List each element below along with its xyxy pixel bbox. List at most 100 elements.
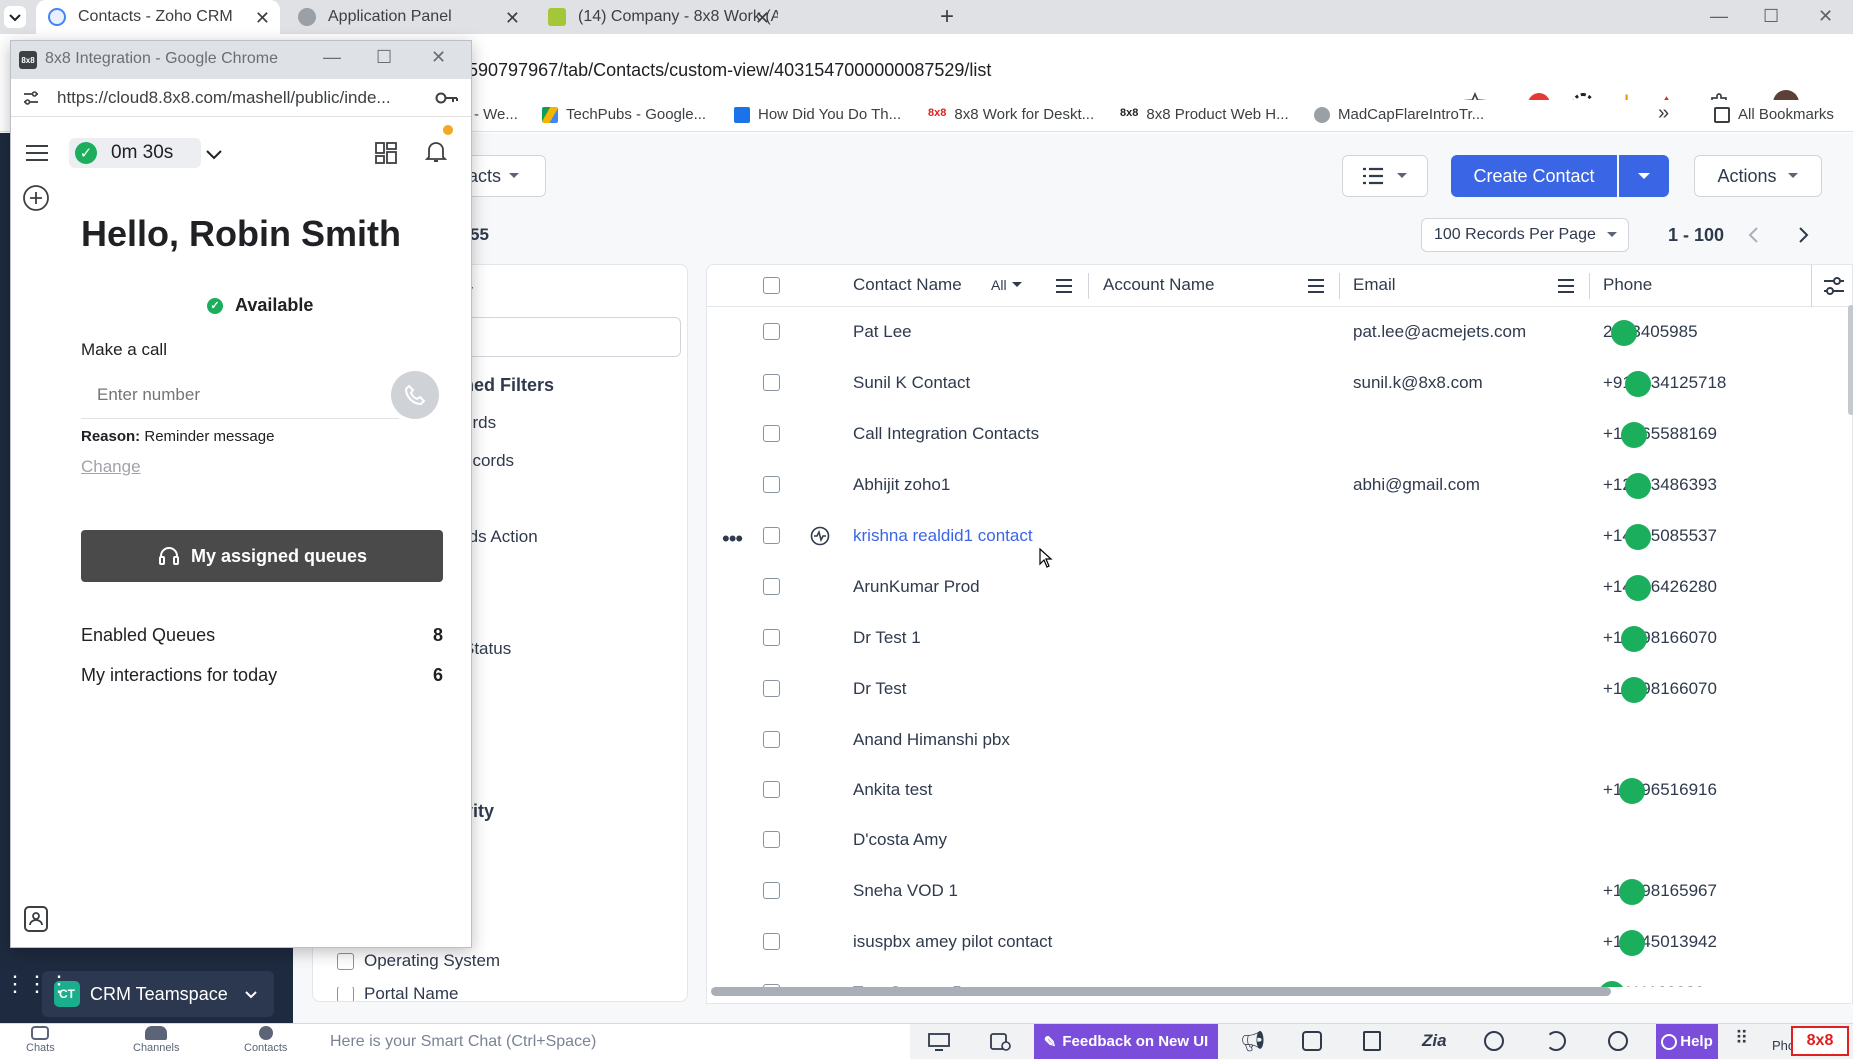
apps-grid-icon[interactable]: ⋮⋮⋮	[4, 971, 70, 997]
bookmark-how-did-you[interactable]: How Did You Do Th...	[734, 106, 901, 123]
phone-cell[interactable]: +14085085537	[1603, 526, 1717, 546]
table-row[interactable]: Call Integration Contacts +16565588169	[707, 409, 1853, 460]
create-contact-button[interactable]: Create Contact	[1451, 155, 1617, 197]
filter-portal-name[interactable]: Portal Name	[337, 987, 458, 1001]
8x8-brand-badge[interactable]: 8x8	[1791, 1026, 1849, 1056]
column-phone[interactable]: Phone	[1603, 265, 1652, 305]
close-tab-icon[interactable]: ✕	[505, 8, 520, 29]
table-row[interactable]: krishna realdid1 contact +14085085537	[707, 511, 1853, 562]
prev-page-icon[interactable]	[1746, 226, 1762, 244]
dashboard-icon[interactable]	[374, 141, 398, 165]
chevron-down-icon[interactable]	[204, 144, 224, 164]
vertical-scrollbar[interactable]	[1848, 305, 1853, 415]
chats-nav[interactable]: Chats	[26, 1026, 55, 1054]
call-icon[interactable]	[1619, 930, 1645, 956]
bookmarks-overflow[interactable]: »	[1658, 102, 1669, 125]
table-row[interactable]: ArunKumar Prod +14086426280	[707, 562, 1853, 613]
key-icon[interactable]	[435, 91, 459, 105]
list-view-toggle[interactable]	[1342, 155, 1428, 197]
number-input[interactable]	[81, 371, 399, 419]
call-icon[interactable]	[1621, 422, 1647, 448]
site-settings-icon[interactable]	[23, 90, 39, 106]
close-tab-icon[interactable]: ✕	[255, 8, 270, 29]
status-timer-chip[interactable]: ✓ 0m 30s	[69, 138, 201, 168]
call-icon[interactable]	[1625, 575, 1651, 601]
table-row[interactable]: Abhijit zoho1 abhi@gmail.com +1209348639…	[707, 460, 1853, 511]
contact-name-link[interactable]: Anand Himanshi pbx	[853, 730, 1010, 750]
bookmark-8x8-desktop[interactable]: 8x8 8x8 Work for Deskt...	[928, 106, 1094, 123]
meeting-icon[interactable]	[990, 1033, 1012, 1051]
tab-application-panel[interactable]: Application Panel ✕	[286, 0, 530, 34]
contact-name-link[interactable]: Ankita test	[853, 780, 932, 800]
table-row[interactable]: Test Contact 5 07411168839	[707, 968, 1853, 987]
row-more-icon[interactable]: •••	[722, 526, 743, 552]
table-row[interactable]: Dr Test +12098166070	[707, 664, 1853, 715]
column-account-name[interactable]: Account Name	[1103, 265, 1215, 305]
row-checkbox[interactable]	[763, 476, 780, 493]
call-icon[interactable]	[1619, 778, 1645, 804]
table-row[interactable]: Dr Test 1 +12098166070	[707, 613, 1853, 664]
maximize-icon[interactable]: ☐	[1763, 6, 1779, 27]
bookmark-8x8-product[interactable]: 8x8 8x8 Product Web H...	[1120, 106, 1289, 123]
call-icon[interactable]	[1619, 879, 1645, 905]
phone-cell[interactable]: +12093486393	[1603, 475, 1717, 495]
contact-name-link[interactable]: Pat Lee	[853, 322, 912, 342]
contacts-nav[interactable]: Contacts	[244, 1026, 287, 1054]
history-icon[interactable]	[1546, 1031, 1566, 1051]
call-icon[interactable]	[1625, 524, 1651, 550]
call-icon[interactable]	[1621, 677, 1647, 703]
row-checkbox[interactable]	[763, 629, 780, 646]
column-email[interactable]: Email	[1353, 265, 1396, 305]
table-row[interactable]: D'costa Amy	[707, 815, 1853, 866]
checkbox[interactable]	[337, 952, 354, 970]
row-checkbox[interactable]	[763, 781, 780, 798]
hamburger-menu-icon[interactable]	[25, 143, 49, 163]
contact-name-link[interactable]: krishna realdid1 contact	[853, 526, 1033, 546]
screen-share-icon[interactable]	[928, 1033, 950, 1051]
smart-chat-input[interactable]: Here is your Smart Chat (Ctrl+Space)	[330, 1033, 596, 1051]
column-menu-icon[interactable]	[1055, 278, 1073, 294]
filter-operating-system[interactable]: Operating System	[337, 951, 500, 971]
table-row[interactable]: Ankita test +12096516916	[707, 765, 1853, 816]
accessibility-icon[interactable]	[1608, 1031, 1628, 1051]
column-settings-icon[interactable]	[1823, 277, 1845, 295]
availability-status[interactable]: ✓ Available	[207, 295, 313, 316]
change-reason-link[interactable]: Change	[81, 457, 141, 477]
row-checkbox[interactable]	[763, 882, 780, 899]
row-checkbox[interactable]	[763, 578, 780, 595]
bookmark-madcap[interactable]: MadCapFlareIntroTr...	[1314, 106, 1484, 123]
row-checkbox[interactable]	[763, 731, 780, 748]
contact-name-link[interactable]: Sunil K Contact	[853, 373, 970, 393]
tab-8x8-company[interactable]: (14) Company - 8x8 Work (Avail ✕	[536, 0, 780, 34]
new-tab-button[interactable]: +	[940, 3, 954, 31]
contact-name-link[interactable]: Call Integration Contacts	[853, 424, 1039, 444]
horizontal-scrollbar[interactable]	[711, 987, 1611, 996]
notification-bell-icon[interactable]	[424, 139, 448, 165]
row-checkbox[interactable]	[763, 425, 780, 442]
bookmark-we[interactable]: - We...	[474, 106, 518, 123]
analytics-icon[interactable]	[1302, 1031, 1322, 1051]
minimize-icon[interactable]: —	[1710, 6, 1728, 27]
contact-name-link[interactable]: D'costa Amy	[853, 830, 947, 850]
contact-name-link[interactable]: ArunKumar Prod	[853, 577, 980, 597]
call-icon[interactable]	[1625, 473, 1651, 499]
column-menu-icon[interactable]	[1307, 278, 1325, 294]
next-page-icon[interactable]	[1795, 226, 1811, 244]
table-row[interactable]: Sneha VOD 1 +12098165967	[707, 866, 1853, 917]
table-row[interactable]: Pat Lee pat.lee@acmejets.com 2093405985	[707, 307, 1853, 358]
table-row[interactable]: Anand Himanshi pbx	[707, 715, 1853, 766]
contact-name-link[interactable]: Sneha VOD 1	[853, 881, 958, 901]
minimize-icon[interactable]: —	[323, 47, 341, 68]
tab-contacts-zoho[interactable]: Contacts - Zoho CRM ✕	[36, 0, 280, 34]
table-row[interactable]: Sunil K Contact sunil.k@8x8.com +9198341…	[707, 358, 1853, 409]
my-assigned-queues-button[interactable]: My assigned queues	[81, 530, 443, 582]
popup-url[interactable]: https://cloud8.8x8.com/mashell/public/in…	[57, 88, 391, 108]
megaphone-icon[interactable]: 📢︎	[1240, 1029, 1265, 1054]
help-button[interactable]: Help	[1656, 1024, 1718, 1059]
checkbox[interactable]	[337, 987, 354, 1001]
row-checkbox[interactable]	[763, 933, 780, 950]
row-checkbox[interactable]	[763, 831, 780, 848]
close-tab-icon[interactable]: ✕	[755, 8, 770, 29]
contact-name-link[interactable]: Dr Test	[853, 679, 907, 699]
alarm-icon[interactable]	[1484, 1031, 1504, 1051]
